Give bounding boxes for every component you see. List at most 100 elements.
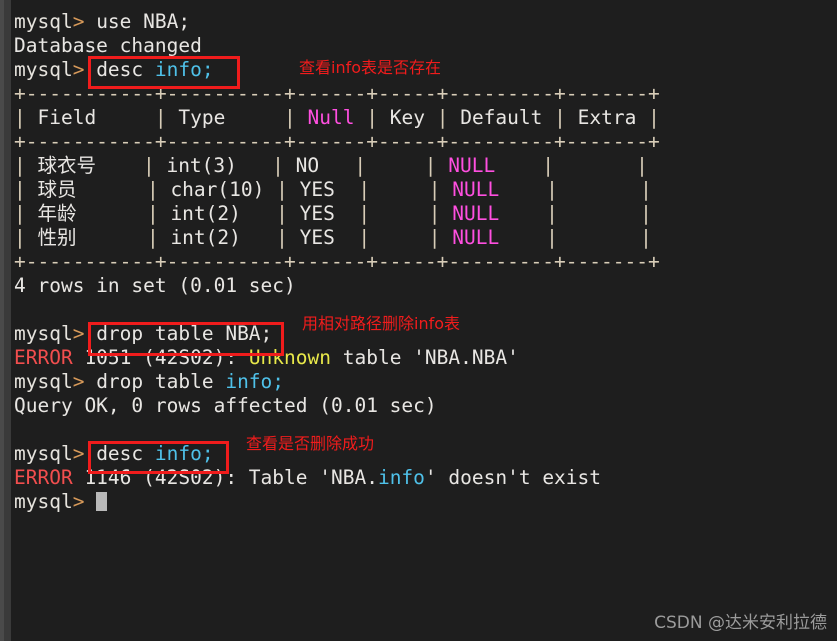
table-rule-bottom: +-----------+----------+------+-----+---… (14, 250, 660, 273)
cell-sep: | | (499, 202, 652, 225)
cell-sep: | (636, 106, 660, 129)
column-header-key: Key (389, 106, 425, 129)
pad (96, 106, 155, 129)
pad (335, 178, 358, 201)
terminal-line-database-changed: Database changed (14, 34, 837, 58)
error-code: 1146 (42S02): Table 'NBA. (72, 466, 378, 489)
terminal-line-use-nba: mysql> use NBA; (14, 10, 837, 34)
cell-default: NULL (452, 202, 500, 225)
annotation-check-drop-success: 查看是否删除成功 (246, 434, 375, 453)
cell-sep: | (554, 106, 578, 129)
column-header-field: Field (37, 106, 97, 129)
pad (241, 202, 276, 225)
shell-prompt: mysql (14, 490, 73, 513)
sql-keyword-drop-table: drop table (96, 370, 226, 393)
pad (77, 178, 147, 201)
pad (237, 154, 272, 177)
left-scrollbar-gutter[interactable] (0, 0, 11, 641)
cell-field: 球员 (37, 178, 77, 201)
table-rule-top: +-----------+----------+------+-----+---… (14, 82, 660, 105)
cell-sep: | | (495, 154, 648, 177)
shell-prompt: mysql (14, 442, 73, 465)
cell-sep: | (146, 226, 171, 249)
sql-keyword-desc: desc (96, 442, 144, 465)
shell-prompt: mysql (14, 370, 73, 393)
cell-default: NULL (452, 226, 500, 249)
cell-sep: | (14, 226, 38, 249)
error-keyword-unknown: Unknown (248, 346, 331, 369)
text-cursor (96, 492, 108, 511)
cell-sep: | (276, 178, 300, 201)
terminal-line-error-1051: ERROR 1051 (42S02): Unknown table 'NBA.N… (14, 346, 837, 370)
cell-type: int(2) (170, 226, 241, 249)
prompt-caret: > (72, 442, 97, 465)
table-row: | 球员 | char(10) | YES | | NULL | | (14, 178, 837, 202)
cell-sep: | (142, 154, 167, 177)
pad (335, 226, 358, 249)
error-detail: ' doesn't exist (424, 466, 602, 489)
cell-sep: | (276, 202, 300, 225)
terminal-screenshot: mysql> use NBA; Database changed mysql> … (0, 0, 837, 641)
scrollbar-thumb[interactable] (0, 0, 4, 641)
sql-identifier-info: info; (225, 370, 285, 393)
annotation-drop-relative-path: 用相对路径删除info表 (302, 314, 461, 333)
cell-sep: | (366, 106, 390, 129)
pad (542, 106, 554, 129)
error-detail: table 'NBA.NBA' (331, 346, 519, 369)
table-row: | 性别 | int(2) | YES | | NULL | | (14, 226, 837, 250)
cell-sep: | (284, 106, 308, 129)
column-header-null: Null (307, 106, 355, 129)
cell-field: 球衣号 (37, 154, 96, 177)
column-header-extra: Extra (577, 106, 637, 129)
cell-type: int(2) (170, 202, 241, 225)
cell-sep: | (154, 106, 179, 129)
table-row: | 年龄 | int(2) | YES | | NULL | | (14, 202, 837, 226)
sql-identifier-info: info; (154, 58, 214, 81)
cell-sep: | | (499, 226, 652, 249)
cell-sep: | (14, 202, 38, 225)
terminal-line-query-ok: Query OK, 0 rows affected (0.01 sec) (14, 394, 837, 418)
prompt-caret: > (72, 322, 97, 345)
pad (264, 178, 276, 201)
cell-sep: | (14, 106, 38, 129)
shell-prompt: mysql (14, 58, 73, 81)
pad (77, 226, 147, 249)
cell-null: YES (299, 178, 335, 201)
output-text: Query OK, 0 rows affected (0.01 sec) (14, 394, 437, 417)
table-rule-mid: +-----------+----------+------+-----+---… (14, 130, 660, 153)
pad (225, 106, 284, 129)
cell-type: char(10) (170, 178, 265, 201)
cell-type: int(3) (166, 154, 237, 177)
prompt-caret: > (72, 10, 97, 33)
cell-sep: | | (499, 178, 652, 201)
error-code: 1051 (42S02): (72, 346, 249, 369)
cell-field: 年龄 (37, 202, 77, 225)
cell-sep: | (146, 178, 171, 201)
error-label: ERROR (14, 466, 73, 489)
error-label: ERROR (14, 346, 73, 369)
output-text: Database changed (14, 34, 202, 57)
command-text: drop table NBA; (96, 322, 273, 345)
shell-prompt: mysql (14, 322, 73, 345)
command-text: use NBA; (96, 10, 191, 33)
prompt-caret: > (72, 370, 97, 393)
pad (319, 154, 354, 177)
cell-sep: | (276, 226, 300, 249)
csdn-watermark: CSDN @达米安利拉德 (654, 613, 827, 633)
error-identifier-info: info (377, 466, 425, 489)
terminal-line-active-prompt[interactable]: mysql> (14, 490, 837, 514)
cell-sep: | (14, 154, 38, 177)
cell-sep: | | (354, 154, 449, 177)
sql-keyword-desc: desc (96, 58, 144, 81)
annotation-check-info-exists: 查看info表是否存在 (299, 58, 442, 77)
pad (77, 202, 147, 225)
pad (335, 202, 358, 225)
cell-sep: | (436, 106, 461, 129)
cell-sep: | (146, 202, 171, 225)
terminal-line-rows-in-set: 4 rows in set (0.01 sec) (14, 274, 837, 298)
cell-null: YES (299, 202, 335, 225)
cell-sep: | | (358, 202, 453, 225)
cell-null: YES (299, 226, 335, 249)
